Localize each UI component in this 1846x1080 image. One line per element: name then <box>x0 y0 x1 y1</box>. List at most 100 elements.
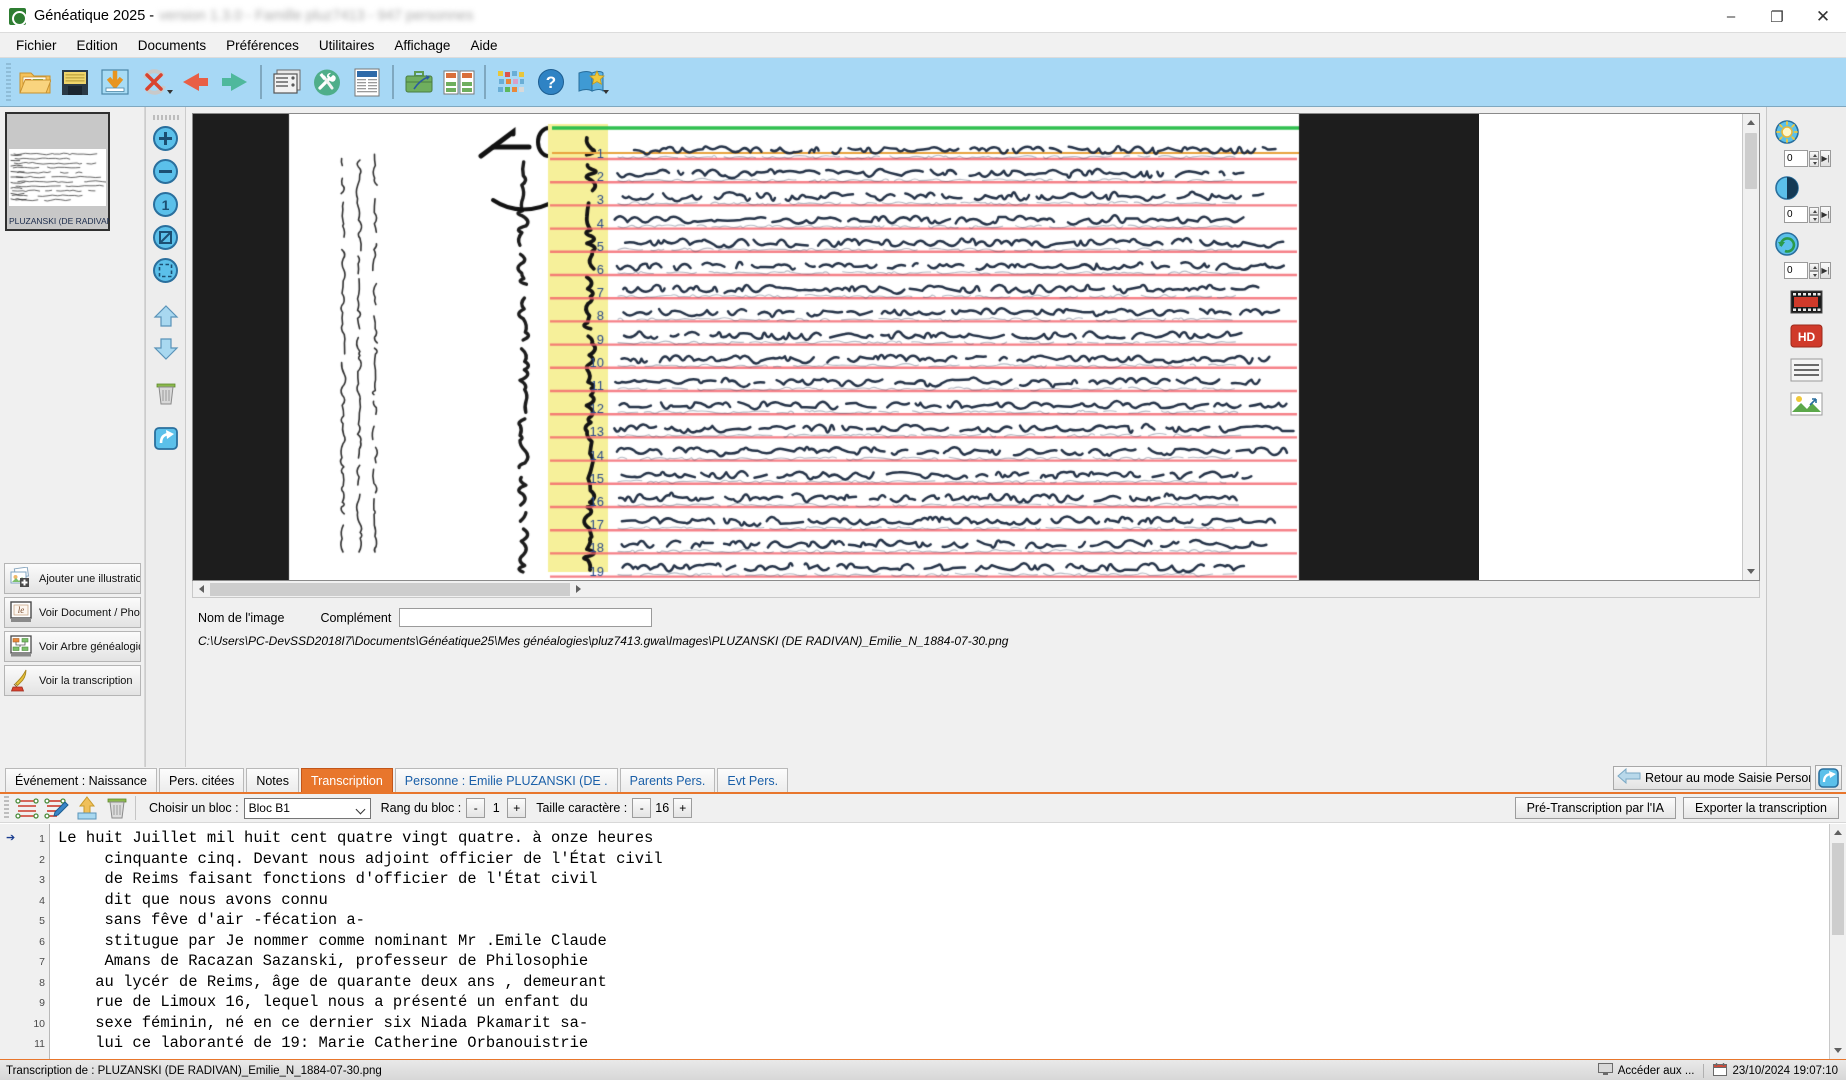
move-up-icon[interactable] <box>151 300 181 331</box>
editor-text[interactable]: Le huit Juillet mil huit cent quatre vin… <box>50 824 1829 1059</box>
viewer-horizontal-scrollbar[interactable] <box>192 581 1760 598</box>
export-image-icon[interactable] <box>1789 389 1825 419</box>
negative-icon[interactable] <box>1789 287 1825 317</box>
scroll-right-arrow[interactable] <box>570 581 587 597</box>
zoom-in-icon[interactable] <box>151 123 181 154</box>
lines-block-icon[interactable] <box>12 795 42 821</box>
brightness-stepper[interactable] <box>1809 150 1819 167</box>
tab-pers-citees[interactable]: Pers. citées <box>159 768 245 792</box>
trash-block-icon[interactable] <box>102 795 132 821</box>
contrast-spinner[interactable]: 0 ▶| <box>1784 206 1831 223</box>
minimize-button[interactable]: – <box>1708 0 1754 33</box>
delete-icon[interactable] <box>151 378 181 409</box>
editor-line[interactable]: lui ce laboranté de 19: Marie Catherine … <box>58 1033 1829 1054</box>
upload-block-icon[interactable] <box>72 795 102 821</box>
tools-icon[interactable] <box>308 62 346 103</box>
view-document-photo-button[interactable]: le Voir Document / Photo <box>4 597 141 628</box>
zoom-fit-icon[interactable] <box>151 255 181 286</box>
view-transcription-button[interactable]: Voir la transcription <box>4 665 141 696</box>
menu-item-affichage[interactable]: Affichage <box>384 35 460 56</box>
viewer-tools-grip[interactable] <box>152 115 179 120</box>
chevron-down-icon-2[interactable] <box>603 89 609 94</box>
taille-decrement-button[interactable]: - <box>632 798 652 818</box>
zoom-100-icon[interactable]: 1 <box>151 189 181 220</box>
rotate-icon[interactable] <box>1770 227 1804 261</box>
taille-increment-button[interactable]: + <box>673 798 693 818</box>
brightness-reset[interactable]: ▶| <box>1820 150 1831 167</box>
viewer-vertical-scrollbar[interactable] <box>1742 114 1759 580</box>
menu-item-preferences[interactable]: Préférences <box>216 35 309 56</box>
editor-scroll-track[interactable] <box>1830 841 1846 1042</box>
brightness-value[interactable]: 0 <box>1784 150 1808 167</box>
compare-icon[interactable] <box>440 62 478 103</box>
editor-line[interactable]: sexe féminin, né en ce dernier six Niada… <box>58 1013 1829 1034</box>
rotate-value[interactable]: 0 <box>1784 262 1808 279</box>
undo-icon[interactable] <box>176 62 214 103</box>
rotate-reset[interactable]: ▶| <box>1820 262 1831 279</box>
editor-line[interactable]: cinquante cinq. Devant nous adjoint offi… <box>58 849 1829 870</box>
status-access-segment[interactable]: Accéder aux ... <box>1597 1062 1694 1079</box>
hd-icon[interactable]: HD <box>1789 321 1825 351</box>
editor-line[interactable]: stitugue par Je nommer comme nominant Mr… <box>58 931 1829 952</box>
menu-item-utilitaires[interactable]: Utilitaires <box>309 35 385 56</box>
view-family-tree-button[interactable]: Voir Arbre généalogique <box>4 631 141 662</box>
palette-icon[interactable] <box>492 62 530 103</box>
transcription-toolbar-grip[interactable] <box>4 796 9 820</box>
close-button[interactable]: ✕ <box>1800 0 1846 33</box>
editor-scroll-up-arrow[interactable] <box>1830 824 1846 841</box>
menu-item-fichier[interactable]: Fichier <box>6 35 67 56</box>
chevron-down-icon-bloc[interactable] <box>355 804 366 814</box>
editor-line[interactable]: de Reims faisant fonctions d'officier de… <box>58 869 1829 890</box>
rotate-stepper[interactable] <box>1809 262 1819 279</box>
maximize-button[interactable]: ❐ <box>1754 0 1800 33</box>
rang-decrement-button[interactable]: - <box>466 798 486 818</box>
contrast-stepper[interactable] <box>1809 206 1819 223</box>
editor-line[interactable]: Le huit Juillet mil huit cent quatre vin… <box>58 828 1829 849</box>
tab-notes[interactable]: Notes <box>246 768 299 792</box>
brightness-icon[interactable] <box>1770 115 1804 149</box>
menu-item-aide[interactable]: Aide <box>460 35 507 56</box>
redo-icon[interactable] <box>216 62 254 103</box>
help-icon[interactable]: ? <box>532 62 570 103</box>
tab-transcription[interactable]: Transcription <box>300 768 393 792</box>
import-icon[interactable] <box>96 62 134 103</box>
editor-scroll-down-arrow[interactable] <box>1830 1042 1846 1059</box>
scroll-up-arrow[interactable] <box>1743 114 1759 131</box>
edit-lines-icon[interactable] <box>42 795 72 821</box>
scroll-left-arrow[interactable] <box>193 581 210 597</box>
save-icon[interactable] <box>56 62 94 103</box>
toolbar-grip[interactable] <box>6 63 11 101</box>
server-icon[interactable] <box>268 62 306 103</box>
editor-line[interactable]: dit que nous avons connu <box>58 890 1829 911</box>
tab-parents-pers[interactable]: Parents Pers. <box>619 768 716 792</box>
tab-evt-pers[interactable]: Evt Pers. <box>717 768 789 792</box>
pre-transcription-ai-button[interactable]: Pré-Transcription par l'IA <box>1514 797 1676 819</box>
star-book-icon[interactable] <box>572 62 610 103</box>
scroll-thumb[interactable] <box>1745 133 1757 189</box>
menu-item-documents[interactable]: Documents <box>128 35 216 56</box>
tab-personne[interactable]: Personne : Emilie PLUZANSKI (DE . <box>394 768 618 792</box>
export-transcription-button[interactable]: Exporter la transcription <box>1682 797 1839 819</box>
zoom-region-icon[interactable] <box>151 222 181 253</box>
document-viewer[interactable] <box>192 113 1760 581</box>
editor-line[interactable]: rue de Limoux 16, lequel nous a présenté… <box>58 992 1829 1013</box>
open-external-icon[interactable] <box>151 423 181 454</box>
document-icon[interactable] <box>348 62 386 103</box>
open-folder-icon[interactable] <box>16 62 54 103</box>
scroll-track[interactable] <box>1743 131 1759 563</box>
horizontal-scroll-thumb[interactable] <box>210 583 570 596</box>
open-external-window-button[interactable] <box>1815 765 1842 790</box>
add-illustration-button[interactable]: Ajouter une illustration <box>4 563 141 594</box>
scroll-down-arrow[interactable] <box>1743 563 1759 580</box>
bloc-select[interactable]: Bloc B1 <box>243 797 371 819</box>
editor-line[interactable]: sans fêve d'air -fécation a- <box>58 910 1829 931</box>
menu-item-edition[interactable]: Edition <box>67 35 128 56</box>
document-thumbnail-card[interactable]: PLUZANSKI (DE RADIVAN <box>5 112 110 231</box>
back-to-person-mode-button[interactable]: Retour au mode Saisie Personne <box>1613 765 1811 790</box>
briefcase-icon[interactable] <box>400 62 438 103</box>
rotate-spinner[interactable]: 0 ▶| <box>1784 262 1831 279</box>
contrast-icon[interactable] <box>1770 171 1804 205</box>
editor-line[interactable]: au lycér de Reims, âge de quarante deux … <box>58 972 1829 993</box>
complement-input[interactable] <box>399 608 653 627</box>
document-canvas[interactable] <box>193 114 1742 580</box>
